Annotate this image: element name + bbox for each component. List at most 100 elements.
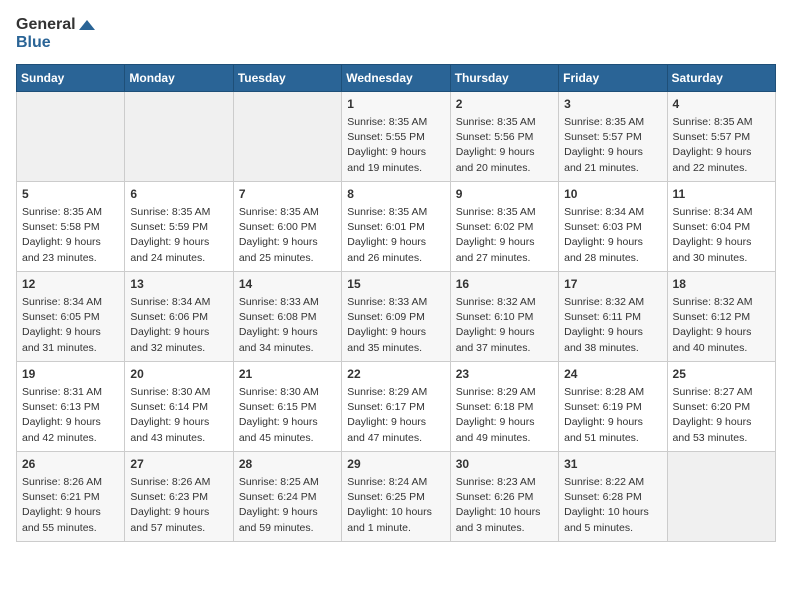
day-number: 7	[239, 186, 336, 203]
day-info-line: Daylight: 9 hours and 53 minutes.	[673, 415, 770, 445]
day-number: 19	[22, 366, 119, 383]
day-info-line: Sunset: 6:03 PM	[564, 220, 661, 235]
day-info-line: Daylight: 9 hours and 28 minutes.	[564, 235, 661, 265]
day-number: 5	[22, 186, 119, 203]
day-info-line: Sunrise: 8:35 AM	[347, 205, 444, 220]
day-info-line: Sunset: 6:01 PM	[347, 220, 444, 235]
empty-cell	[233, 91, 341, 181]
day-info-line: Sunrise: 8:24 AM	[347, 475, 444, 490]
day-info-line: Sunset: 6:18 PM	[456, 400, 553, 415]
day-info-line: Sunset: 6:14 PM	[130, 400, 227, 415]
day-number: 17	[564, 276, 661, 293]
day-info-line: Sunset: 5:56 PM	[456, 130, 553, 145]
day-info-line: Sunrise: 8:28 AM	[564, 385, 661, 400]
day-number: 25	[673, 366, 770, 383]
day-info-line: Daylight: 9 hours and 26 minutes.	[347, 235, 444, 265]
day-info-line: Sunrise: 8:27 AM	[673, 385, 770, 400]
day-info-line: Sunset: 5:57 PM	[564, 130, 661, 145]
day-info-line: Sunrise: 8:23 AM	[456, 475, 553, 490]
logo-text: General Blue	[16, 16, 95, 52]
day-info-line: Sunset: 6:25 PM	[347, 490, 444, 505]
day-cell-5: 5Sunrise: 8:35 AMSunset: 5:58 PMDaylight…	[17, 181, 125, 271]
day-info-line: Sunset: 6:06 PM	[130, 310, 227, 325]
day-info-line: Sunrise: 8:35 AM	[347, 115, 444, 130]
day-cell-4: 4Sunrise: 8:35 AMSunset: 5:57 PMDaylight…	[667, 91, 775, 181]
day-cell-21: 21Sunrise: 8:30 AMSunset: 6:15 PMDayligh…	[233, 361, 341, 451]
day-info-line: Daylight: 9 hours and 38 minutes.	[564, 325, 661, 355]
day-info-line: Daylight: 9 hours and 27 minutes.	[456, 235, 553, 265]
day-number: 10	[564, 186, 661, 203]
day-cell-20: 20Sunrise: 8:30 AMSunset: 6:14 PMDayligh…	[125, 361, 233, 451]
day-number: 28	[239, 456, 336, 473]
day-cell-29: 29Sunrise: 8:24 AMSunset: 6:25 PMDayligh…	[342, 451, 450, 541]
day-info-line: Daylight: 9 hours and 30 minutes.	[673, 235, 770, 265]
day-info-line: Daylight: 9 hours and 45 minutes.	[239, 415, 336, 445]
day-cell-26: 26Sunrise: 8:26 AMSunset: 6:21 PMDayligh…	[17, 451, 125, 541]
day-info-line: Sunrise: 8:34 AM	[130, 295, 227, 310]
day-number: 2	[456, 96, 553, 113]
calendar-table: SundayMondayTuesdayWednesdayThursdayFrid…	[16, 64, 776, 542]
day-number: 12	[22, 276, 119, 293]
day-cell-17: 17Sunrise: 8:32 AMSunset: 6:11 PMDayligh…	[559, 271, 667, 361]
day-info-line: Sunrise: 8:32 AM	[673, 295, 770, 310]
day-info-line: Sunset: 6:05 PM	[22, 310, 119, 325]
day-info-line: Daylight: 9 hours and 43 minutes.	[130, 415, 227, 445]
day-info-line: Sunrise: 8:22 AM	[564, 475, 661, 490]
day-info-line: Daylight: 9 hours and 47 minutes.	[347, 415, 444, 445]
day-cell-7: 7Sunrise: 8:35 AMSunset: 6:00 PMDaylight…	[233, 181, 341, 271]
day-info-line: Daylight: 9 hours and 21 minutes.	[564, 145, 661, 175]
day-info-line: Sunrise: 8:30 AM	[239, 385, 336, 400]
day-info-line: Daylight: 9 hours and 49 minutes.	[456, 415, 553, 445]
weekday-header-monday: Monday	[125, 64, 233, 91]
day-info-line: Daylight: 9 hours and 57 minutes.	[130, 505, 227, 535]
day-cell-24: 24Sunrise: 8:28 AMSunset: 6:19 PMDayligh…	[559, 361, 667, 451]
day-info-line: Sunset: 6:00 PM	[239, 220, 336, 235]
day-info-line: Sunrise: 8:35 AM	[564, 115, 661, 130]
day-info-line: Sunrise: 8:35 AM	[673, 115, 770, 130]
day-cell-15: 15Sunrise: 8:33 AMSunset: 6:09 PMDayligh…	[342, 271, 450, 361]
day-cell-12: 12Sunrise: 8:34 AMSunset: 6:05 PMDayligh…	[17, 271, 125, 361]
day-info-line: Sunrise: 8:29 AM	[347, 385, 444, 400]
day-cell-8: 8Sunrise: 8:35 AMSunset: 6:01 PMDaylight…	[342, 181, 450, 271]
day-number: 31	[564, 456, 661, 473]
day-info-line: Daylight: 10 hours and 3 minutes.	[456, 505, 553, 535]
weekday-header-sunday: Sunday	[17, 64, 125, 91]
day-info-line: Sunset: 6:20 PM	[673, 400, 770, 415]
day-cell-2: 2Sunrise: 8:35 AMSunset: 5:56 PMDaylight…	[450, 91, 558, 181]
day-cell-19: 19Sunrise: 8:31 AMSunset: 6:13 PMDayligh…	[17, 361, 125, 451]
day-info-line: Sunrise: 8:25 AM	[239, 475, 336, 490]
day-number: 16	[456, 276, 553, 293]
day-info-line: Sunrise: 8:26 AM	[130, 475, 227, 490]
day-cell-9: 9Sunrise: 8:35 AMSunset: 6:02 PMDaylight…	[450, 181, 558, 271]
day-number: 30	[456, 456, 553, 473]
day-number: 21	[239, 366, 336, 383]
day-info-line: Sunrise: 8:33 AM	[347, 295, 444, 310]
day-number: 3	[564, 96, 661, 113]
day-info-line: Sunrise: 8:32 AM	[456, 295, 553, 310]
day-info-line: Daylight: 9 hours and 19 minutes.	[347, 145, 444, 175]
day-cell-31: 31Sunrise: 8:22 AMSunset: 6:28 PMDayligh…	[559, 451, 667, 541]
day-number: 11	[673, 186, 770, 203]
logo: General Blue	[16, 16, 95, 52]
page-header: General Blue	[16, 16, 776, 52]
day-cell-23: 23Sunrise: 8:29 AMSunset: 6:18 PMDayligh…	[450, 361, 558, 451]
day-info-line: Sunset: 6:24 PM	[239, 490, 336, 505]
day-cell-6: 6Sunrise: 8:35 AMSunset: 5:59 PMDaylight…	[125, 181, 233, 271]
day-cell-3: 3 Sunrise: 8:35 AMSunset: 5:57 PMDaylight…	[559, 91, 667, 181]
day-info-line: Sunset: 5:58 PM	[22, 220, 119, 235]
day-info-line: Daylight: 10 hours and 5 minutes.	[564, 505, 661, 535]
weekday-header-friday: Friday	[559, 64, 667, 91]
day-info-line: Sunrise: 8:35 AM	[22, 205, 119, 220]
weekday-header-wednesday: Wednesday	[342, 64, 450, 91]
day-info-line: Sunset: 6:23 PM	[130, 490, 227, 505]
day-number: 26	[22, 456, 119, 473]
logo-blue: Blue	[16, 34, 51, 51]
day-info-line: Sunset: 6:02 PM	[456, 220, 553, 235]
day-info-line: Sunrise: 8:34 AM	[22, 295, 119, 310]
day-info-line: Daylight: 9 hours and 40 minutes.	[673, 325, 770, 355]
day-number: 9	[456, 186, 553, 203]
day-info-line: Daylight: 9 hours and 59 minutes.	[239, 505, 336, 535]
day-number: 1	[347, 96, 444, 113]
day-cell-18: 18Sunrise: 8:32 AMSunset: 6:12 PMDayligh…	[667, 271, 775, 361]
day-number: 6	[130, 186, 227, 203]
